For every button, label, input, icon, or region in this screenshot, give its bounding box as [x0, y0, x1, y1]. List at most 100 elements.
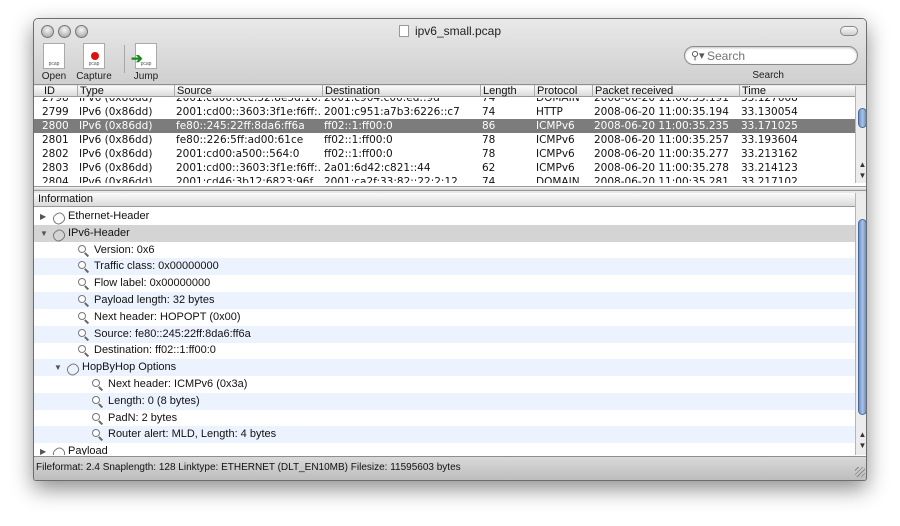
tree-row-label: Flow label: 0x00000000: [94, 277, 211, 290]
packet-row[interactable]: 2804 IPv6 (0x86dd) 2001:cd46:3b12:6823:96f…: [34, 175, 855, 183]
scroll-down-arrow-icon[interactable]: ▼: [856, 171, 866, 182]
tree-field-row[interactable]: Destination: ff02::1:ff00:0: [34, 342, 855, 359]
tree-field-row[interactable]: Next header: ICMPv6 (0x3a): [34, 376, 855, 393]
packet-cell-type: IPv6 (0x86dd): [79, 106, 153, 118]
disclosure-collapsed-icon[interactable]: ▶: [40, 443, 50, 455]
document-icon: [398, 25, 409, 37]
packet-cell-source: 2001:cd00::3603:3f1e:f6ff:...: [176, 106, 322, 118]
information-scroll-thumb[interactable]: [858, 219, 866, 415]
status-text: Fileformat: 2.4 Snaplength: 128 Linktype…: [36, 462, 461, 473]
packet-scroll-thumb[interactable]: [858, 108, 866, 128]
tree-field-row[interactable]: Length: 0 (8 bytes): [34, 392, 855, 410]
magnifier-icon: [92, 429, 100, 438]
tree-field-row[interactable]: Version: 0x6: [34, 242, 855, 259]
packet-cell-id: 2802: [42, 148, 69, 160]
toolbar: ipv6_small.pcap pcap Open pcap Capture ➔…: [34, 19, 866, 85]
capture-button[interactable]: pcap Capture: [74, 43, 114, 82]
packet-cell-length: 78: [482, 148, 496, 160]
tree-field-row[interactable]: Traffic class: 0x00000000: [34, 258, 855, 276]
column-header-time[interactable]: Time: [739, 85, 766, 97]
packet-cell-protocol: DOMAIN: [536, 98, 580, 104]
app-window: ipv6_small.pcap pcap Open pcap Capture ➔…: [33, 18, 867, 481]
packet-row[interactable]: 2802 IPv6 (0x86dd) 2001:cd00:a500::564:0 ff…: [34, 147, 855, 161]
tree-row-label: Length: 0 (8 bytes): [108, 394, 200, 407]
packet-cell-received: 2008-06-20 11:00:35.235: [594, 120, 729, 132]
column-header-id[interactable]: ID: [42, 85, 55, 97]
packet-cell-received: 2008-06-20 11:00:35.281: [594, 176, 729, 183]
scroll-up-arrow-icon[interactable]: ▲: [856, 160, 866, 171]
tree-field-row[interactable]: Source: fe80::245:22ff:8da6:ff6a: [34, 325, 855, 343]
packet-cell-length: 74: [482, 106, 496, 118]
packet-row[interactable]: 2799 IPv6 (0x86dd) 2001:cd00::3603:3f1e:f6…: [34, 105, 855, 119]
packet-cell-id: 2798: [42, 98, 69, 104]
tree-field-row[interactable]: PadN: 2 bytes: [34, 410, 855, 427]
open-file-icon: pcap: [43, 43, 65, 69]
magnifier-icon: [78, 278, 86, 287]
packet-table-header: ID Type Source Destination Length Protoc…: [34, 85, 855, 97]
tree-group-row[interactable]: ▶ Ethernet-Header: [34, 208, 855, 227]
packet-cell-id: 2801: [42, 134, 69, 146]
information-tree: Information ▶ Ethernet-Header ▼ IPv6-Header…: [34, 193, 866, 458]
packet-row[interactable]: 2803 IPv6 (0x86dd) 2001:cd00::3603:3f1e:f6…: [34, 161, 855, 175]
packet-row[interactable]: 2798 IPv6 (0x86dd) 2001:cd00:0cc:52:8e5d:1…: [34, 98, 855, 105]
packet-cell-time: 33.213162: [741, 148, 798, 160]
column-header-packet-received[interactable]: Packet received: [592, 85, 673, 97]
disclosure-collapsed-icon[interactable]: ▶: [40, 208, 50, 225]
column-header-protocol[interactable]: Protocol: [534, 85, 577, 97]
packet-cell-id: 2800: [42, 120, 69, 132]
magnifier-icon: [92, 412, 100, 421]
paperclip-icon: [50, 445, 68, 455]
column-header-destination[interactable]: Destination: [322, 85, 380, 97]
window-title-text: ipv6_small.pcap: [414, 24, 502, 38]
packet-cell-destination: ff02::1:ff00:0: [324, 120, 393, 132]
status-bar: Fileformat: 2.4 Snaplength: 128 Linktype…: [34, 456, 866, 480]
open-button[interactable]: pcap Open: [41, 43, 67, 82]
tree-group-row[interactable]: ▼ IPv6-Header: [34, 224, 855, 244]
packet-cell-protocol: ICMPv6: [536, 162, 575, 174]
packet-cell-source: 2001:cd00:0cc:52:8e5d:10...: [176, 98, 322, 104]
split-view-divider[interactable]: [34, 186, 866, 191]
column-header-source[interactable]: Source: [174, 85, 212, 97]
packet-row[interactable]: 2801 IPv6 (0x86dd) fe80::226:5ff:ad00:61ce…: [34, 133, 855, 147]
packet-table: ID Type Source Destination Length Protoc…: [34, 85, 866, 186]
disclosure-expanded-icon[interactable]: ▼: [40, 225, 50, 242]
tree-row-label: Traffic class: 0x00000000: [94, 260, 219, 273]
tree-field-row[interactable]: Flow label: 0x00000000: [34, 275, 855, 292]
toolbar-separator: [124, 45, 125, 73]
magnifier-icon: [92, 379, 100, 387]
tree-row-label: Source: fe80::245:22ff:8da6:ff6a: [94, 327, 251, 340]
packet-cell-id: 2803: [42, 162, 69, 174]
magnifier-icon: [78, 261, 86, 270]
search-input[interactable]: [707, 49, 847, 63]
packet-cell-received: 2008-06-20 11:00:35.194: [594, 106, 729, 118]
scroll-down-arrow-icon[interactable]: ▼: [856, 441, 866, 452]
tree-group-row[interactable]: ▼ HopByHop Options: [34, 359, 855, 378]
packet-cell-type: IPv6 (0x86dd): [79, 148, 153, 160]
tree-field-row[interactable]: Router alert: MLD, Length: 4 bytes: [34, 426, 855, 444]
information-scrollbar[interactable]: ▲ ▼: [855, 193, 866, 455]
tree-field-row[interactable]: Next header: HOPOPT (0x00): [34, 309, 855, 326]
tree-row-label: IPv6-Header: [68, 226, 130, 239]
packet-cell-source: 2001:cd00:a500::564:0: [176, 148, 300, 160]
capture-label: Capture: [76, 71, 112, 82]
packet-cell-received: 2008-06-20 11:00:35.277: [594, 148, 729, 160]
search-field[interactable]: ⚲▾: [684, 46, 858, 65]
column-header-length[interactable]: Length: [480, 85, 517, 97]
resize-grip-icon[interactable]: [855, 467, 865, 477]
disclosure-expanded-icon[interactable]: ▼: [54, 359, 64, 376]
packet-cell-source: fe80::245:22ff:8da6:ff6a: [176, 120, 305, 132]
column-header-type[interactable]: Type: [77, 85, 104, 97]
jump-button[interactable]: ➔ pcap Jump: [131, 43, 160, 82]
packet-row[interactable]: 2800 IPv6 (0x86dd) fe80::245:22ff:8da6:ff6…: [34, 119, 855, 133]
toolbar-toggle-button[interactable]: [840, 26, 858, 36]
packet-cell-destination: 2001:ca2f:33:82::22:2:12: [324, 176, 458, 183]
magnifier-icon: [92, 395, 100, 404]
packet-table-scrollbar[interactable]: ▲ ▼: [855, 86, 866, 183]
information-header[interactable]: Information: [34, 193, 855, 207]
scroll-up-arrow-icon[interactable]: ▲: [856, 430, 866, 441]
magnifier-icon: [78, 345, 86, 354]
tree-field-row[interactable]: Payload length: 32 bytes: [34, 292, 855, 309]
tree-row-label: Destination: ff02::1:ff00:0: [94, 344, 216, 357]
tree-group-row[interactable]: ▶ Payload: [34, 443, 855, 455]
tree-row-label: PadN: 2 bytes: [108, 411, 178, 424]
